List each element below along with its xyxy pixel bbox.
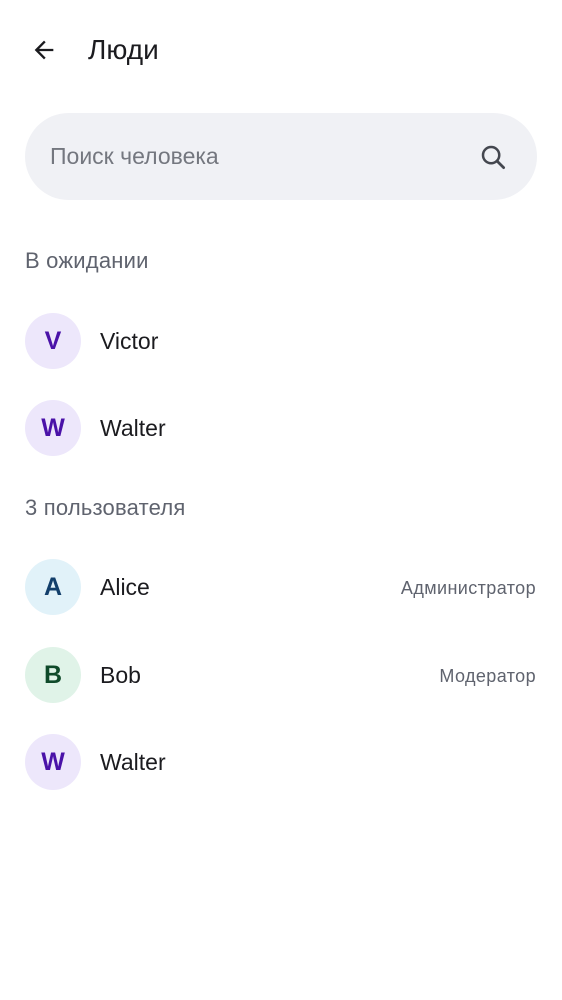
avatar: A xyxy=(25,559,81,615)
pending-section-header: В ожидании xyxy=(25,248,149,273)
avatar-initial: A xyxy=(43,572,63,601)
arrow-back-icon xyxy=(34,40,54,60)
avatar-initial: B xyxy=(43,660,63,689)
avatar-initial: W xyxy=(41,413,65,442)
avatar-initial: V xyxy=(44,326,62,355)
pending-member-row[interactable]: W Walter xyxy=(0,388,562,468)
search-bar xyxy=(25,113,537,200)
member-name: Bob xyxy=(100,662,141,688)
members-section-header: 3 пользователя xyxy=(25,495,186,520)
avatar: W xyxy=(25,734,81,790)
member-name: Alice xyxy=(100,574,150,600)
avatar: B xyxy=(25,647,81,703)
member-row[interactable]: B Bob Модератор xyxy=(0,635,562,715)
member-role: Модератор xyxy=(439,666,536,686)
page-title: Люди xyxy=(88,34,159,65)
pending-member-row[interactable]: V Victor xyxy=(0,301,562,381)
back-button[interactable] xyxy=(22,28,66,72)
member-row[interactable]: W Walter xyxy=(0,722,562,802)
search-input[interactable] xyxy=(50,113,470,200)
member-row[interactable]: A Alice Администратор xyxy=(0,547,562,627)
member-name: Walter xyxy=(100,749,166,775)
search-button[interactable] xyxy=(477,141,509,173)
member-name: Walter xyxy=(100,415,166,441)
member-role: Администратор xyxy=(400,578,536,598)
avatar: W xyxy=(25,400,81,456)
search-icon xyxy=(481,145,505,169)
avatar-initial: W xyxy=(41,747,65,776)
top-app-bar: Люди xyxy=(0,0,562,100)
avatar: V xyxy=(25,313,81,369)
member-name: Victor xyxy=(100,328,159,354)
